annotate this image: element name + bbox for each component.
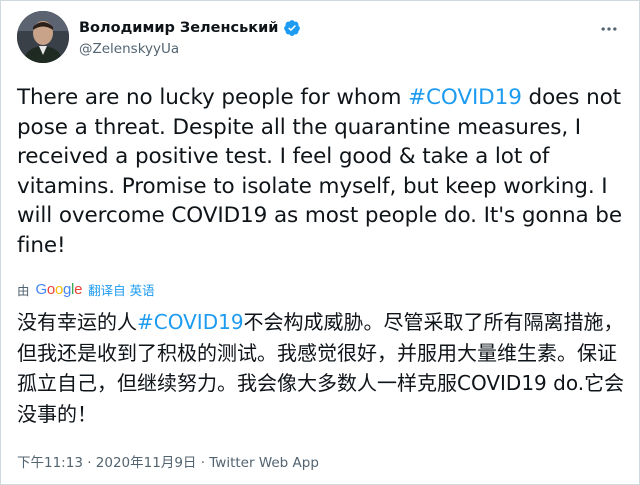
tweet-card: Володимир Зеленський @ZelenskyyUa There …: [0, 0, 640, 485]
avatar-photo-icon: [17, 11, 69, 63]
tweet-text: There are no lucky people for whom #COVI…: [17, 83, 629, 261]
google-letter: e: [74, 280, 83, 298]
avatar[interactable]: [17, 11, 69, 63]
translation-attribution: 由 Google 翻译自 英语: [17, 279, 155, 299]
tweet-timestamp[interactable]: 下午11:13 · 2020年11月9日 · Twitter Web App: [17, 451, 319, 471]
translated-text-before: 没有幸运的人: [17, 310, 137, 334]
google-letter: g: [62, 280, 72, 298]
tweet-header: Володимир Зеленський @ZelenskyyUa: [17, 11, 623, 71]
translated-hashtag-link[interactable]: #COVID19: [137, 310, 244, 334]
translated-by-label: 由: [17, 282, 30, 298]
google-letter: o: [46, 280, 55, 298]
tweet-text-after: does not pose a threat. Despite all the …: [17, 85, 622, 258]
author-names: Володимир Зеленський @ZelenskyyUa: [79, 17, 301, 57]
more-dots-icon[interactable]: [595, 15, 623, 43]
hashtag-link[interactable]: #COVID19: [408, 85, 522, 110]
google-letter: o: [54, 280, 63, 298]
tweet-text-before: There are no lucky people for whom: [17, 85, 409, 110]
translated-text: 没有幸运的人#COVID19不会构成威胁。尽管采取了所有隔离措施，但我还是收到了…: [17, 307, 629, 429]
display-name[interactable]: Володимир Зеленський: [79, 20, 278, 36]
translated-from-link[interactable]: 翻译自 英语: [88, 280, 154, 299]
verified-badge-icon: [283, 19, 301, 37]
author-handle[interactable]: @ZelenskyyUa: [79, 41, 301, 57]
google-letter: G: [35, 280, 48, 298]
google-logo: Google: [36, 281, 83, 298]
display-name-row: Володимир Зеленський: [79, 17, 301, 39]
